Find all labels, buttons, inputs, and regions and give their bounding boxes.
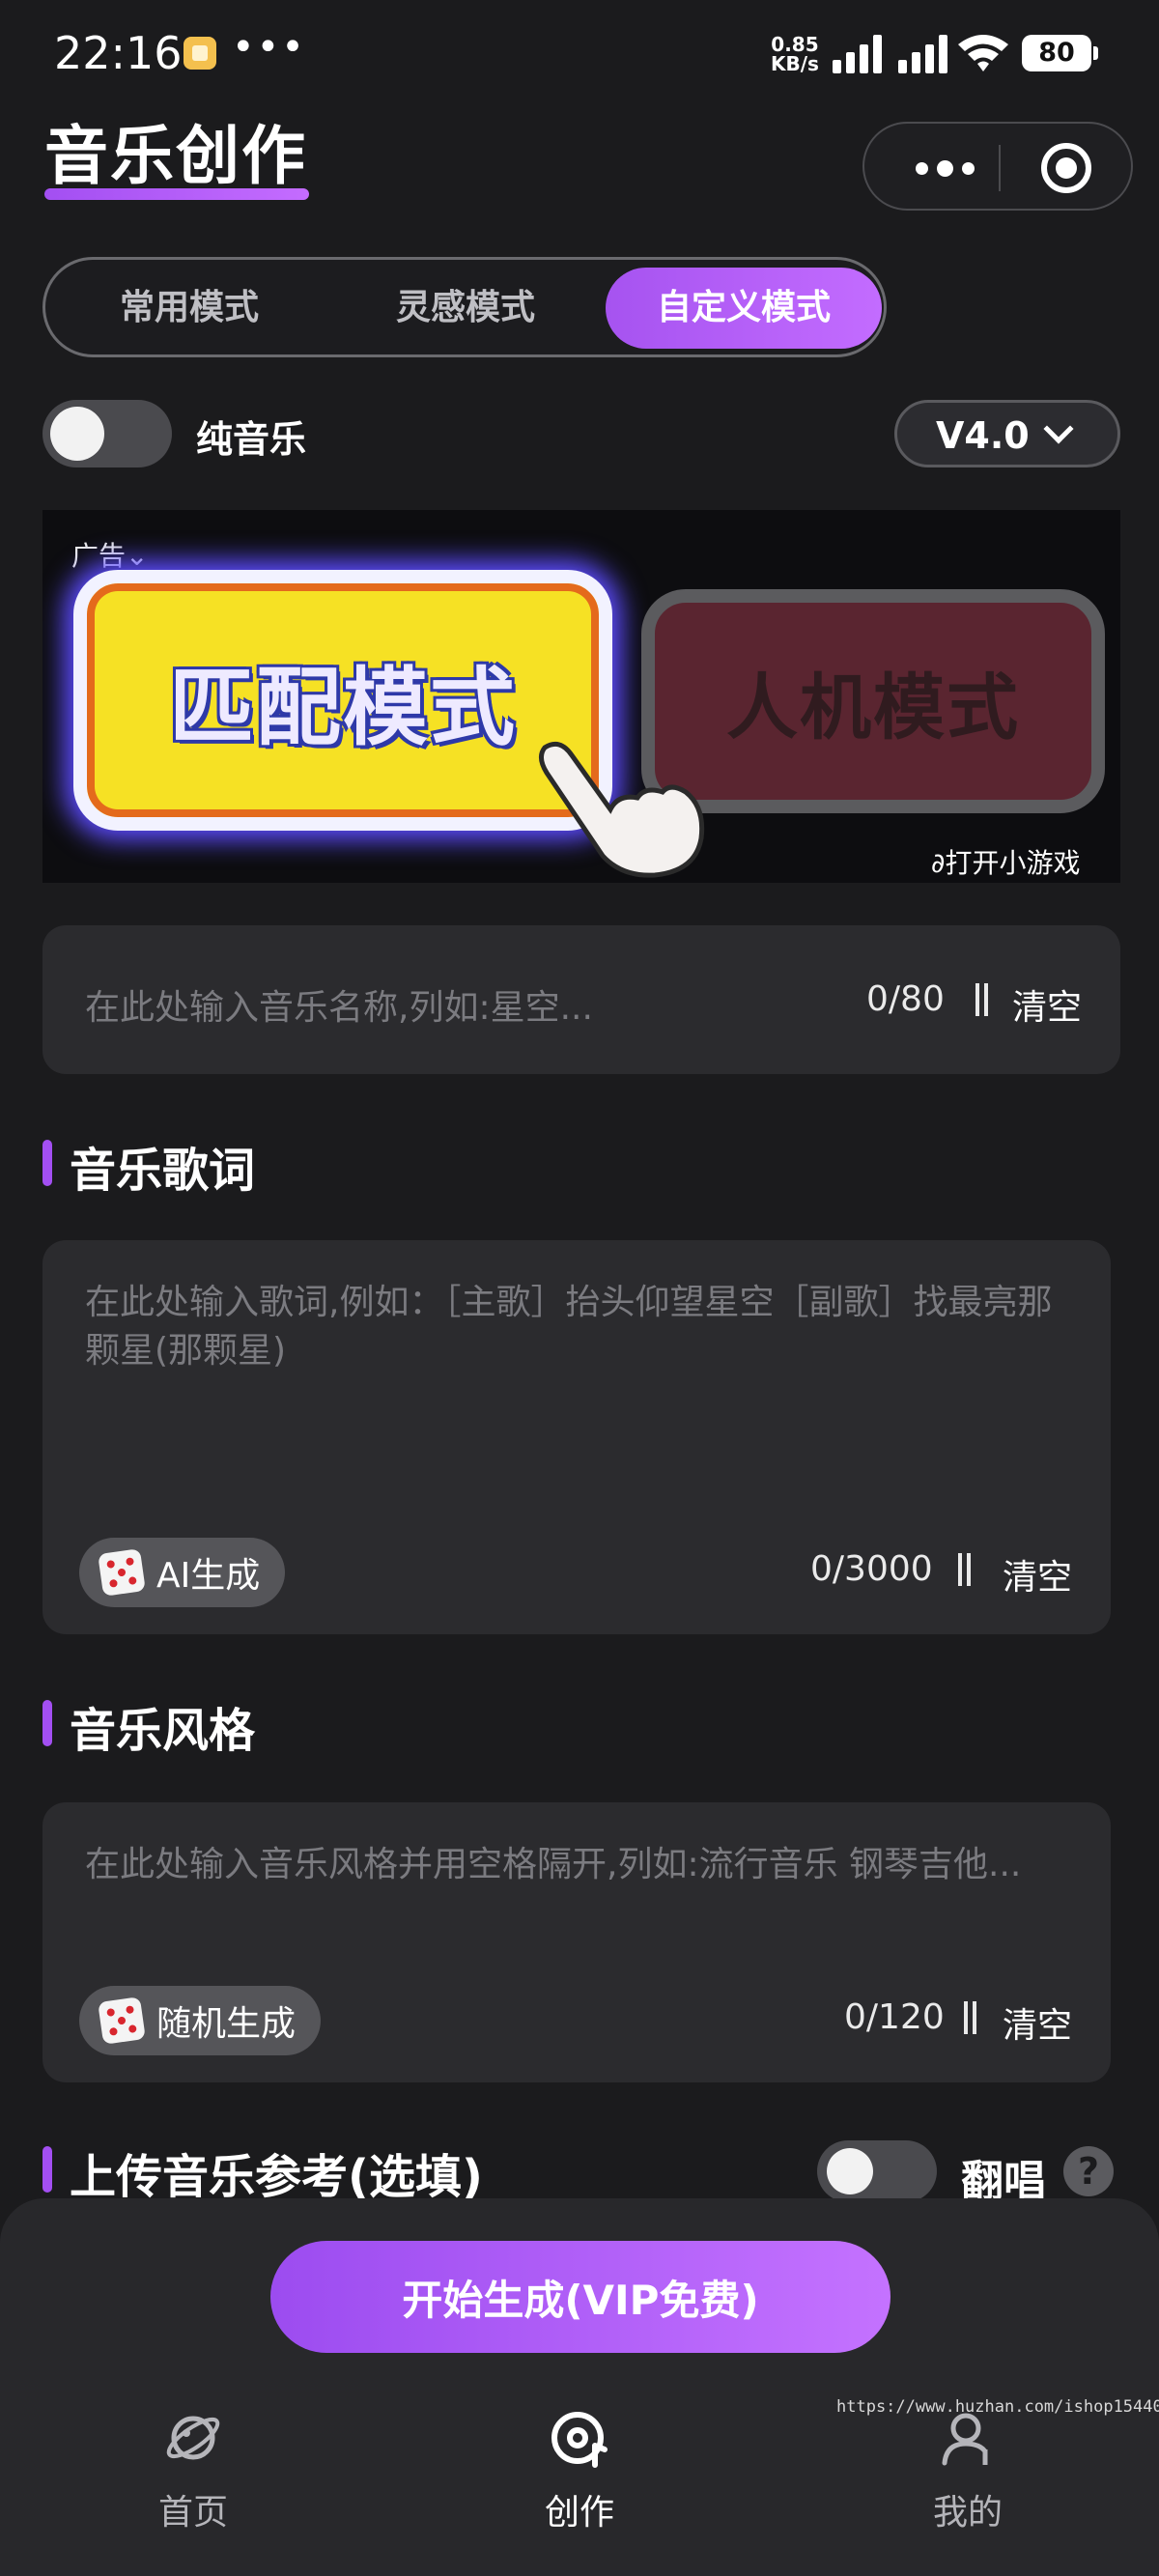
song-name-counter: 0/80 bbox=[866, 979, 945, 1019]
lyrics-placeholder: 在此处输入歌词,例如：［主歌］抬头仰望星空［副歌］找最亮那颗星(那颗星) bbox=[85, 1283, 1053, 1371]
planet-icon bbox=[166, 2416, 220, 2460]
start-generate-button[interactable]: 开始生成(VIP免费) bbox=[270, 2241, 890, 2353]
lyrics-clear-button[interactable]: 清空 bbox=[1003, 1549, 1072, 1599]
link-icon: ∂ bbox=[931, 847, 946, 879]
pure-music-label: 纯音乐 bbox=[196, 418, 307, 461]
chevron-down-icon bbox=[1043, 413, 1074, 444]
lyrics-counter: 0/3000 bbox=[810, 1549, 933, 1589]
song-name-field[interactable]: 在此处输入音乐名称,列如:星空... 0/80 清空 bbox=[42, 925, 1120, 1074]
network-speed-unit: KB/s bbox=[771, 52, 819, 75]
song-name-clear-button[interactable]: 清空 bbox=[1012, 979, 1082, 1030]
nav-item-create[interactable]: 创作 bbox=[502, 2407, 657, 2534]
dice-icon bbox=[98, 1996, 146, 2045]
capsule-divider bbox=[999, 145, 1001, 191]
signal-1-icon bbox=[833, 35, 887, 73]
pure-music-toggle[interactable] bbox=[42, 400, 172, 467]
lyrics-textarea[interactable]: 在此处输入歌词,例如：［主歌］抬头仰望星空［副歌］找最亮那颗星(那颗星) AI生… bbox=[42, 1240, 1111, 1634]
tab-inspiration-mode[interactable]: 灵感模式 bbox=[335, 268, 596, 349]
upload-section-title: 上传音乐参考(选填) bbox=[42, 2138, 483, 2206]
watermark-text: https://www.huzhan.com/ishop15440 bbox=[836, 2397, 1159, 2417]
nav-item-home[interactable]: 首页 bbox=[116, 2407, 270, 2534]
mode-tabs: 常用模式 灵感模式 自定义模式 bbox=[42, 257, 887, 357]
separator-icon bbox=[975, 983, 989, 1016]
battery-indicator: 80 bbox=[1022, 35, 1098, 71]
more-icon[interactable] bbox=[891, 141, 998, 195]
ad-pvm-mode-graphic: 人机模式 bbox=[641, 589, 1105, 813]
toggle-knob bbox=[50, 407, 104, 461]
cover-toggle[interactable] bbox=[817, 2140, 937, 2202]
random-generate-label: 随机生成 bbox=[156, 2004, 297, 2044]
notification-app-icon bbox=[184, 37, 216, 70]
version-value: V4.0 bbox=[936, 414, 1030, 457]
nav-item-mine[interactable]: 我的 bbox=[890, 2407, 1045, 2534]
style-textarea[interactable]: 在此处输入音乐风格并用空格隔开,列如:流行音乐 钢琴吉他... 随机生成 0/1… bbox=[42, 1802, 1111, 2082]
signal-2-icon bbox=[898, 35, 952, 73]
ad-banner[interactable]: 广告⌄ 匹配模式 人机模式 ∂打开小游戏 bbox=[42, 510, 1120, 883]
bottom-sheet: 开始生成(VIP免费) 首页 创作 我的 bbox=[0, 2198, 1159, 2576]
dice-icon bbox=[98, 1548, 146, 1597]
help-icon[interactable]: ? bbox=[1063, 2146, 1114, 2196]
nav-label-create: 创作 bbox=[544, 2493, 614, 2533]
title-underline bbox=[44, 188, 309, 200]
pointing-hand-icon bbox=[539, 741, 705, 878]
style-clear-button[interactable]: 清空 bbox=[1003, 1997, 1072, 2048]
page-title: 音乐创作 bbox=[44, 119, 307, 193]
song-name-placeholder: 在此处输入音乐名称,列如:星空... bbox=[85, 988, 593, 1028]
toggle-knob bbox=[827, 2148, 873, 2194]
tab-custom-mode[interactable]: 自定义模式 bbox=[606, 268, 882, 349]
disc-note-icon bbox=[551, 2412, 608, 2468]
music-create-page: 22:16 ••• 0.85 KB/s 80 音乐创作 常用模式 灵感模式 自定… bbox=[0, 0, 1159, 2576]
style-counter: 0/120 bbox=[844, 1997, 945, 2037]
style-placeholder: 在此处输入音乐风格并用空格隔开,列如:流行音乐 钢琴吉他... bbox=[85, 1845, 1022, 1884]
tab-common-mode[interactable]: 常用模式 bbox=[59, 268, 320, 349]
random-generate-style-button[interactable]: 随机生成 bbox=[79, 1986, 322, 2055]
open-mini-game-link[interactable]: ∂打开小游戏 bbox=[931, 842, 1081, 881]
open-mini-game-label: 打开小游戏 bbox=[945, 847, 1081, 879]
close-target-icon[interactable] bbox=[1041, 143, 1091, 193]
nav-label-mine: 我的 bbox=[932, 2493, 1003, 2533]
ai-generate-lyrics-button[interactable]: AI生成 bbox=[79, 1538, 286, 1607]
network-speed-value: 0.85 bbox=[771, 33, 819, 56]
wifi-icon bbox=[958, 35, 1008, 71]
miniprogram-capsule bbox=[862, 122, 1133, 211]
separator-icon bbox=[958, 1553, 972, 1586]
version-select[interactable]: V4.0 bbox=[894, 400, 1120, 467]
ad-tag-label: 广告 bbox=[71, 540, 127, 572]
nav-label-home: 首页 bbox=[157, 2493, 228, 2533]
separator-icon bbox=[964, 2001, 977, 2034]
ai-generate-label: AI生成 bbox=[156, 1556, 261, 1596]
status-more-dots: ••• bbox=[232, 25, 306, 70]
ad-tag[interactable]: 广告⌄ bbox=[71, 535, 148, 574]
lyrics-section-title: 音乐歌词 bbox=[42, 1132, 255, 1200]
status-time: 22:16 bbox=[54, 27, 183, 79]
status-bar: 22:16 ••• 0.85 KB/s 80 bbox=[0, 0, 1159, 106]
network-speed: 0.85 KB/s bbox=[771, 35, 819, 73]
style-section-title: 音乐风格 bbox=[42, 1692, 255, 1760]
